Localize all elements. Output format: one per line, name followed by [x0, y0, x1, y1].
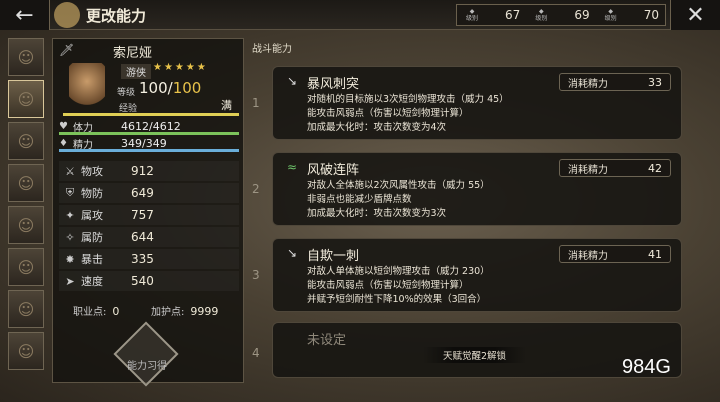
- stat-label: 属攻: [81, 209, 103, 222]
- skill-slot-number: 2: [252, 182, 260, 196]
- level-slot: ◆ 级别 67: [457, 8, 526, 22]
- page-title: 更改能力: [86, 7, 147, 25]
- character-name: 索尼娅: [113, 46, 153, 61]
- dagger-icon: ↘: [287, 246, 298, 260]
- skill-name: 自欺一刺: [307, 249, 360, 264]
- stat-value: 644: [131, 230, 154, 244]
- skills-section-title: 战斗能力: [252, 44, 292, 55]
- stat-row: ✸ 暴击 335: [59, 249, 239, 269]
- skill-slot-number: 1: [252, 96, 260, 110]
- phys-defense-icon: ⛨: [65, 186, 75, 199]
- skill-name: 暴风刺突: [307, 77, 360, 92]
- skill-name: 风破连阵: [307, 163, 360, 178]
- heart-icon: ♥: [59, 121, 68, 132]
- level-slot: ◆ 级别 69: [526, 8, 595, 22]
- level-value: 67: [505, 8, 521, 22]
- party-portrait[interactable]: ☺: [8, 164, 44, 202]
- party-levels: ◆ 级别 67 ◆ 级别 69 ◆ 级别 70: [456, 4, 666, 26]
- job-badge: 游侠: [121, 64, 151, 79]
- stat-row: ➤ 速度 540: [59, 271, 239, 291]
- stat-label: 物攻: [81, 165, 103, 178]
- party-portrait[interactable]: ☺: [8, 38, 44, 76]
- level-label: 等级: [117, 88, 136, 98]
- stat-row: ⛨ 物防 649: [59, 183, 239, 203]
- top-bar: ← 更改能力 ◆ 级别 67 ◆ 级别 69 ◆ 级别 70 ✕: [0, 0, 720, 30]
- bonus-points: 加护点: 9999: [151, 305, 219, 318]
- unlock-condition: 天赋觉醒2解锁: [423, 347, 527, 363]
- level-slot: ◆ 级别 70: [596, 8, 665, 22]
- title-emblem-icon: [54, 2, 80, 28]
- rank-1-icon: ◆ 级别: [465, 8, 478, 22]
- rarity-stars: ★★★★★: [153, 62, 208, 73]
- skill-slot-number: 4: [252, 346, 260, 360]
- party-portrait-list: ☺ ☺ ☺ ☺ ☺ ☺ ☺ ☺: [8, 38, 48, 374]
- close-button[interactable]: ✕: [670, 0, 720, 30]
- close-icon: ✕: [686, 2, 705, 28]
- exp-status: 满: [221, 99, 232, 112]
- back-arrow-icon: ←: [15, 2, 34, 28]
- sp-bar: [59, 149, 239, 152]
- stat-value: 757: [131, 208, 154, 222]
- skill-description: 对敌人单体施以短剑物理攻击（威力 230） 能攻击风弱点（伤害以短剑物理计算） 并赋…: [307, 266, 490, 305]
- stat-value: 540: [131, 274, 154, 288]
- job-points: 职业点: 0: [73, 305, 120, 318]
- rank-3-icon: ◆ 级别: [604, 8, 617, 22]
- elem-defense-icon: ✧: [65, 230, 75, 244]
- stat-value: 649: [131, 186, 154, 200]
- level-value: 69: [574, 8, 590, 22]
- stat-value: 335: [131, 252, 154, 266]
- party-portrait[interactable]: ☺: [8, 248, 44, 286]
- stat-label: 速度: [81, 275, 103, 288]
- skill-card-empty[interactable]: 未设定 天赋觉醒2解锁: [272, 322, 682, 378]
- skill-card[interactable]: ≈ 风破连阵 消耗精力 42 对敌人全体施以2次风属性攻击（威力 55） 非弱点也能…: [272, 152, 682, 226]
- dagger-icon: 🗡: [59, 43, 75, 57]
- sp-cost-box: 消耗精力 41: [559, 245, 671, 263]
- stat-row: ✧ 属防 644: [59, 227, 239, 247]
- stat-row: ⚔ 物攻 912: [59, 161, 239, 181]
- party-portrait-selected[interactable]: ☺: [8, 80, 44, 118]
- learn-ability-button[interactable]: [113, 321, 179, 387]
- rank-2-icon: ◆ 级别: [535, 8, 548, 22]
- watermark: 984G: [622, 356, 671, 378]
- exp-bar: [63, 113, 239, 116]
- critical-icon: ✸: [65, 252, 75, 266]
- dagger-icon: ↘: [287, 74, 298, 88]
- character-sprite: [69, 63, 105, 109]
- skill-card[interactable]: ↘ 暴风刺突 消耗精力 33 对随机的目标施以3次短剑物理攻击（威力 45） 能攻击…: [272, 66, 682, 140]
- learn-ability-label: 能力习得: [127, 361, 167, 372]
- stat-label: 物防: [81, 187, 103, 200]
- skill-name: 未设定: [307, 333, 347, 348]
- party-portrait[interactable]: ☺: [8, 290, 44, 328]
- wind-icon: ≈: [287, 160, 298, 174]
- drop-icon: ♦: [59, 138, 68, 149]
- party-portrait[interactable]: ☺: [8, 206, 44, 244]
- sp-cost-box: 消耗精力 42: [559, 159, 671, 177]
- stat-value: 912: [131, 164, 154, 178]
- elem-attack-icon: ✦: [65, 208, 75, 222]
- hp-bar: [59, 132, 239, 135]
- skill-card[interactable]: ↘ 自欺一刺 消耗精力 41 对敌人单体施以短剑物理攻击（威力 230） 能攻击风弱…: [272, 238, 682, 312]
- level-value: 70: [643, 8, 659, 22]
- sp-cost-box: 消耗精力 33: [559, 73, 671, 91]
- stat-row: ✦ 属攻 757: [59, 205, 239, 225]
- stat-label: 暴击: [81, 253, 103, 266]
- points-row: 职业点: 0 加护点: 9999: [59, 303, 239, 318]
- stat-label: 属防: [81, 231, 103, 244]
- skill-description: 对敌人全体施以2次风属性攻击（威力 55） 非弱点也能减少盾牌点数 加成最大化时：攻…: [307, 180, 490, 219]
- skill-slot-number: 3: [252, 268, 260, 282]
- character-panel: 🗡 索尼娅 游侠 ★★★★★ 等级 100/100 经验 满 ♥ 体力 4612…: [52, 38, 244, 387]
- skill-description: 对随机的目标施以3次短剑物理攻击（威力 45） 能攻击风弱点（伤害以短剑物理计算）…: [307, 94, 509, 133]
- character-header: 🗡 索尼娅 游侠 ★★★★★ 等级 100/100 经验 满: [53, 39, 243, 114]
- party-portrait[interactable]: ☺: [8, 122, 44, 160]
- back-button[interactable]: ←: [0, 0, 50, 30]
- speed-icon: ➤: [65, 274, 75, 288]
- party-portrait[interactable]: ☺: [8, 332, 44, 370]
- level-value: 100/100: [139, 79, 202, 97]
- phys-attack-icon: ⚔: [65, 164, 75, 178]
